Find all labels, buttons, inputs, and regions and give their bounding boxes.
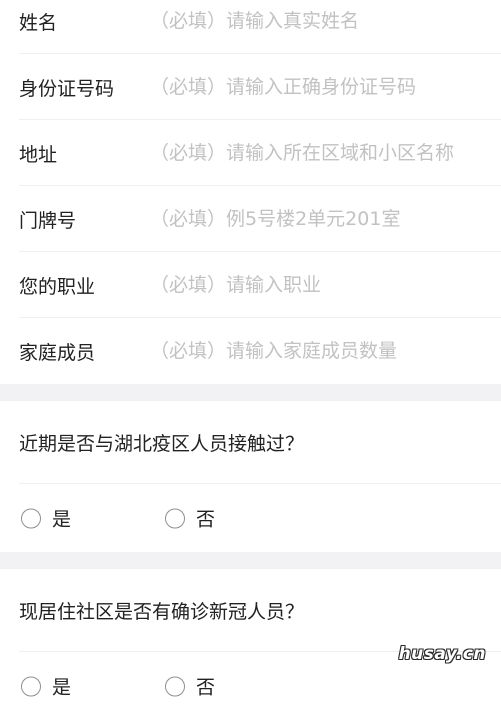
hubei-contact-options: 是 否 — [0, 484, 501, 552]
hubei-contact-yes-option[interactable]: 是 — [21, 505, 71, 532]
radio-circle-icon[interactable] — [21, 508, 41, 528]
address-row: 地址 — [0, 120, 501, 186]
watermark: husay.cn — [398, 644, 486, 664]
family-members-row: 家庭成员 — [0, 318, 501, 384]
occupation-row: 您的职业 — [0, 252, 501, 318]
occupation-label: 您的职业 — [19, 275, 96, 298]
question-hubei-contact: 近期是否与湖北疫区人员接触过？ — [0, 401, 501, 484]
id-number-label: 身份证号码 — [19, 77, 115, 100]
community-cases-yes-option[interactable]: 是 — [21, 673, 71, 700]
question-community-cases: 现居住社区是否有确诊新冠人员？ — [0, 569, 501, 652]
address-input[interactable] — [150, 138, 491, 168]
section-separator — [0, 384, 501, 401]
family-members-input[interactable] — [150, 336, 491, 366]
hubei-contact-no-option[interactable]: 否 — [165, 505, 215, 532]
id-number-row: 身份证号码 — [0, 54, 501, 120]
radio-circle-icon[interactable] — [165, 508, 185, 528]
door-number-input[interactable] — [150, 204, 491, 234]
id-number-input[interactable] — [150, 72, 491, 102]
name-label: 姓名 — [19, 11, 58, 34]
name-row: 姓名 — [0, 0, 501, 54]
question-hubei-contact-text: 近期是否与湖北疫区人员接触过？ — [19, 433, 305, 455]
radio-circle-icon[interactable] — [165, 676, 185, 696]
community-cases-no-option[interactable]: 否 — [165, 673, 215, 700]
door-number-label: 门牌号 — [19, 209, 77, 232]
occupation-input[interactable] — [150, 270, 491, 300]
door-number-row: 门牌号 — [0, 186, 501, 252]
option-label: 否 — [196, 508, 216, 531]
option-label: 是 — [52, 676, 72, 699]
personal-info-form: 姓名 身份证号码 地址 门牌号 您的职业 家庭成员 — [0, 0, 501, 384]
name-input[interactable] — [150, 6, 491, 36]
family-members-label: 家庭成员 — [19, 341, 96, 364]
option-label: 否 — [196, 676, 216, 699]
address-label: 地址 — [19, 143, 58, 166]
section-separator — [0, 552, 501, 569]
option-label: 是 — [52, 508, 72, 531]
question-community-cases-text: 现居住社区是否有确诊新冠人员？ — [19, 601, 305, 623]
radio-circle-icon[interactable] — [21, 676, 41, 696]
